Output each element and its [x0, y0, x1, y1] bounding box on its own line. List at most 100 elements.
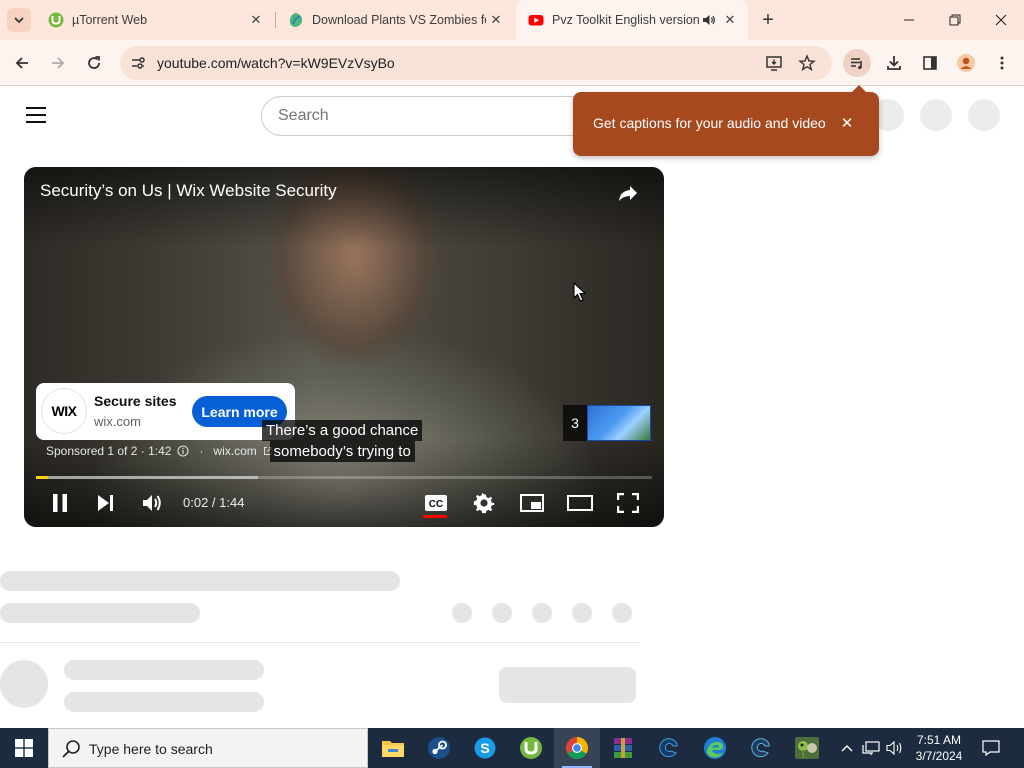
menu-line — [26, 107, 46, 109]
ad-title[interactable]: Secure sites — [94, 393, 177, 409]
subscribe-skeleton — [499, 667, 636, 703]
network-icon[interactable] — [861, 738, 881, 758]
media-control-button[interactable] — [843, 49, 871, 77]
search-icon — [62, 740, 80, 758]
address-bar[interactable]: youtube.com/watch?v=kW9EVzVsyBo — [120, 46, 832, 80]
download-icon — [887, 56, 901, 70]
pause-icon — [53, 494, 67, 512]
action-skeleton — [452, 603, 472, 623]
progress-bar[interactable] — [36, 476, 652, 479]
utorrent-icon — [48, 12, 64, 28]
back-button[interactable] — [8, 49, 36, 77]
fullscreen-button[interactable] — [614, 489, 642, 517]
ad-upnext-preview[interactable]: 3 — [563, 405, 651, 441]
side-panel-button[interactable] — [916, 49, 944, 77]
avatar[interactable] — [968, 99, 1000, 131]
media-queue-icon — [851, 58, 862, 70]
search-input[interactable] — [278, 107, 578, 125]
system-clock[interactable]: 7:51 AM 3/7/2024 — [906, 732, 972, 764]
divider — [0, 642, 640, 643]
miniplayer-button[interactable] — [518, 489, 546, 517]
meta-skeleton — [0, 603, 200, 623]
tab-title: Pvz Toolkit English version - — [552, 13, 700, 27]
speaker-icon[interactable] — [700, 11, 718, 29]
url-text[interactable]: youtube.com/watch?v=kW9EVzVsyBo — [157, 55, 395, 71]
tab-search-button[interactable] — [7, 8, 31, 32]
minimize-button[interactable] — [886, 0, 932, 40]
menu-line — [26, 121, 46, 123]
progress-buffer — [36, 476, 258, 479]
install-app-icon[interactable] — [764, 53, 784, 73]
kebab-menu-icon — [1000, 56, 1004, 70]
next-button[interactable] — [92, 489, 120, 517]
bookmark-star-icon[interactable] — [797, 53, 817, 73]
close-icon[interactable]: ✕ — [246, 10, 266, 30]
side-panel-icon — [923, 56, 937, 70]
ad-overlay-card[interactable]: WIX Secure sites wix.com Learn more — [36, 383, 295, 440]
window-close-button[interactable] — [978, 0, 1024, 40]
captions-promo-popup: Get captions for your audio and video ✕ — [573, 85, 879, 156]
chrome-icon[interactable] — [554, 728, 600, 768]
start-button[interactable] — [0, 728, 48, 768]
close-icon[interactable]: ✕ — [838, 114, 856, 132]
volume-icon — [143, 495, 161, 511]
edge-icon[interactable] — [692, 728, 738, 768]
winrar-icon[interactable] — [600, 728, 646, 768]
guide-menu-button[interactable] — [22, 101, 50, 129]
reload-icon — [88, 56, 100, 69]
tab-strip: µTorrent Web ✕ Download Plants VS Zombie… — [0, 0, 1024, 40]
tab-utorrent[interactable]: µTorrent Web ✕ — [36, 0, 274, 40]
clock-time: 7:51 AM — [916, 733, 962, 747]
share-button[interactable] — [614, 179, 642, 207]
edge-dev-icon[interactable] — [646, 728, 692, 768]
site-info-icon[interactable] — [128, 53, 148, 73]
reload-button[interactable] — [80, 49, 108, 77]
pause-button[interactable] — [46, 489, 74, 517]
info-icon[interactable] — [177, 445, 189, 457]
tab-pvz-toolkit[interactable]: Pvz Toolkit English version - ✕ — [516, 0, 748, 40]
action-skeleton — [492, 603, 512, 623]
plants-vs-zombies-icon[interactable] — [784, 728, 830, 768]
subtitles-button[interactable]: CC — [422, 489, 450, 517]
utorrent-icon[interactable] — [508, 728, 554, 768]
video-title[interactable]: Security’s on Us | Wix Website Security — [40, 181, 337, 201]
volume-icon[interactable] — [885, 738, 905, 758]
subscriber-skeleton — [64, 692, 264, 712]
advertiser-logo[interactable]: WIX — [41, 388, 87, 434]
file-explorer-icon[interactable] — [370, 728, 416, 768]
search-box[interactable] — [261, 96, 601, 136]
skype-icon[interactable]: S — [462, 728, 508, 768]
profile-button[interactable] — [952, 49, 980, 77]
action-skeleton — [612, 603, 632, 623]
title-skeleton — [0, 571, 400, 591]
theater-mode-icon — [567, 495, 593, 511]
menu-line — [26, 114, 46, 116]
settings-button[interactable] — [470, 489, 498, 517]
masthead-button-placeholder[interactable] — [920, 99, 952, 131]
caption-line: There’s a good chance — [262, 420, 423, 441]
tab-download-pvz[interactable]: Download Plants VS Zombies fo ✕ — [276, 0, 514, 40]
menu-button[interactable] — [988, 49, 1016, 77]
steam-icon[interactable] — [416, 728, 462, 768]
chevron-up-icon[interactable] — [837, 738, 857, 758]
forward-button[interactable] — [44, 49, 72, 77]
new-tab-button[interactable]: + — [756, 8, 780, 32]
upnext-thumbnail[interactable] — [587, 405, 651, 441]
notification-icon[interactable] — [980, 738, 1002, 758]
video-player[interactable]: Security’s on Us | Wix Website Security … — [24, 167, 664, 527]
mute-button[interactable] — [139, 489, 167, 517]
svg-text:CC: CC — [429, 499, 443, 510]
progress-played — [36, 476, 48, 479]
close-icon[interactable]: ✕ — [486, 10, 506, 30]
close-icon[interactable]: ✕ — [720, 10, 740, 30]
ad-link[interactable]: wix.com — [213, 444, 256, 458]
taskbar-search-box[interactable]: Type here to search — [48, 728, 368, 768]
channel-name-skeleton — [64, 660, 264, 680]
clock-date: 3/7/2024 — [915, 749, 963, 763]
tab-title: Download Plants VS Zombies fo — [312, 13, 486, 27]
restore-icon — [949, 14, 961, 26]
downloads-button[interactable] — [880, 49, 908, 77]
edge-canary-icon[interactable] — [738, 728, 784, 768]
restore-button[interactable] — [932, 0, 978, 40]
theater-mode-button[interactable] — [566, 489, 594, 517]
